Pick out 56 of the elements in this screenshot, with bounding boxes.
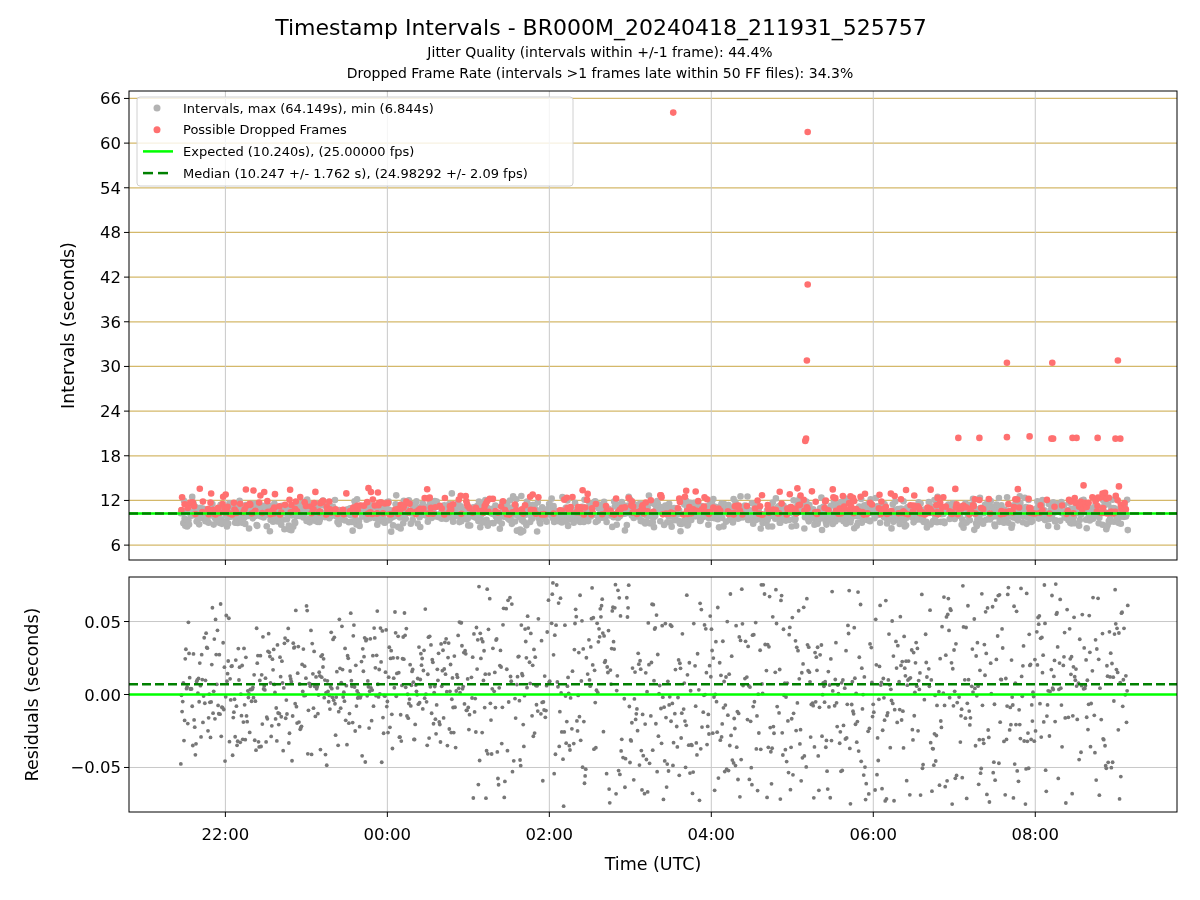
tick-mark — [710, 811, 712, 818]
y-tick-label: 48 — [100, 223, 121, 243]
tick-mark — [710, 559, 712, 566]
x-tick-label: 00:00 — [363, 825, 412, 844]
tick-mark — [123, 694, 130, 695]
tick-mark — [123, 187, 130, 189]
tick-mark — [123, 321, 130, 323]
tick-mark — [224, 811, 226, 818]
tick-mark — [123, 410, 130, 412]
legend-label: Median (10.247 +/- 1.762 s), (24.98292 +/- 2.09 fps) — [183, 165, 528, 181]
y-axis-label: Residuals (seconds) — [22, 607, 42, 782]
legend-label: Expected (10.240s), (25.00000 fps) — [183, 143, 415, 159]
y-tick-label: 12 — [100, 491, 121, 511]
y-tick-label: −0.05 — [70, 758, 121, 778]
x-tick-label: 22:00 — [201, 825, 250, 844]
y-tick-label: 6 — [110, 536, 121, 556]
y-axis-label: Intervals (seconds) — [58, 242, 78, 409]
tick-mark — [386, 559, 388, 566]
tick-mark — [386, 811, 388, 818]
tick-mark — [1034, 559, 1036, 566]
y-tick-label: 0.00 — [84, 685, 121, 705]
tick-mark — [123, 767, 130, 768]
legend-label: Possible Dropped Frames — [183, 122, 347, 138]
tick-mark — [123, 544, 130, 546]
y-tick-label: 24 — [100, 402, 121, 422]
figure-subtitle: Jitter Quality (intervals within +/-1 frame): 44.4% — [427, 43, 773, 62]
y-tick-label: 18 — [100, 446, 121, 466]
x-tick-label: 08:00 — [1011, 825, 1060, 844]
x-axis-label: Time (UTC) — [604, 854, 702, 874]
tick-mark — [548, 811, 550, 818]
x-tick-label: 04:00 — [687, 825, 736, 844]
tick-mark — [123, 142, 130, 144]
figure-subtitle: Dropped Frame Rate (intervals >1 frames late within 50 FF files): 34.3% — [346, 64, 854, 83]
y-tick-label: 36 — [100, 312, 121, 332]
tick-mark — [123, 499, 130, 501]
figure-title: Timestamp Intervals - BR000M_20240418_211931_525757 — [274, 14, 927, 42]
tick-mark — [548, 559, 550, 566]
x-tick-label: 06:00 — [849, 825, 898, 844]
tick-mark — [872, 559, 874, 566]
y-tick-label: 66 — [100, 89, 121, 109]
y-tick-label: 30 — [100, 357, 121, 377]
tick-mark — [123, 621, 130, 622]
tick-mark — [123, 97, 130, 99]
tick-mark — [123, 276, 130, 278]
legend-label: Intervals, max (64.149s), min (6.844s) — [183, 100, 434, 116]
y-tick-label: 0.05 — [84, 612, 121, 632]
x-tick-label: 02:00 — [525, 825, 574, 844]
tick-mark — [872, 811, 874, 818]
y-tick-label: 60 — [100, 134, 121, 154]
y-tick-label: 54 — [100, 178, 121, 198]
tick-mark — [123, 231, 130, 233]
y-tick-label: 42 — [100, 268, 121, 288]
tick-mark — [123, 365, 130, 367]
tick-mark — [224, 559, 226, 566]
tick-mark — [123, 455, 130, 457]
tick-mark — [1034, 811, 1036, 818]
